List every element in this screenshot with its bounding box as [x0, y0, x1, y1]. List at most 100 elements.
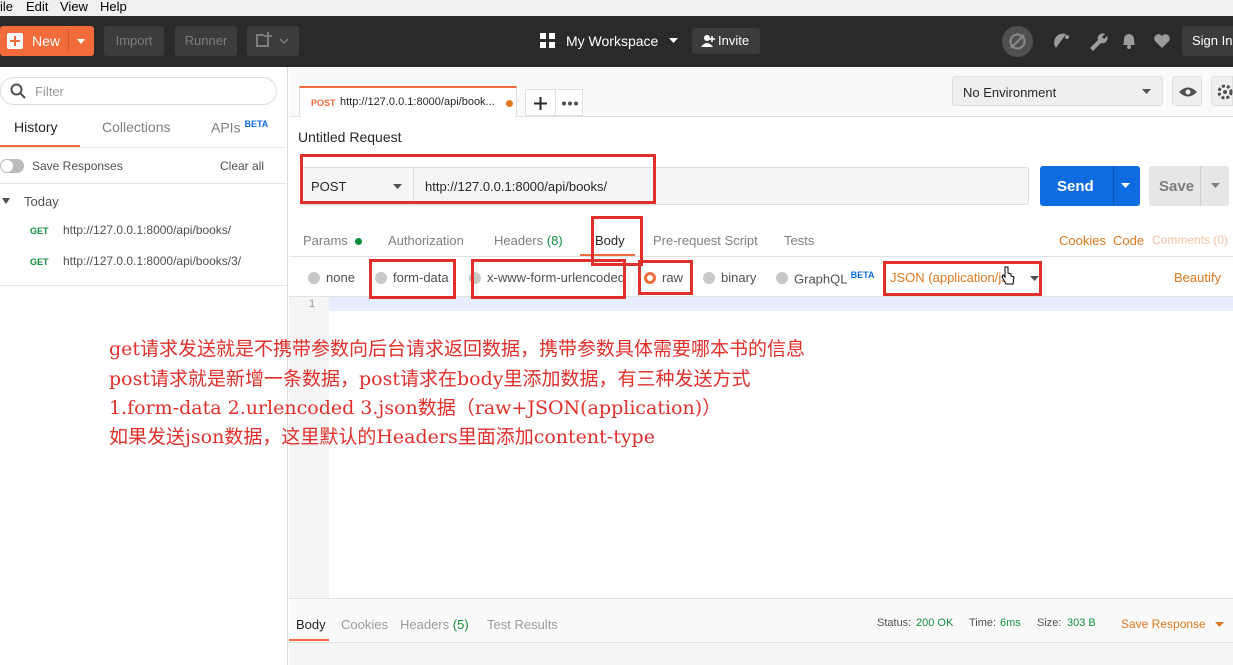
chevron-down-icon[interactable] [1215, 622, 1225, 628]
cookies-link[interactable]: Cookies [1059, 233, 1106, 248]
new-window-icon [256, 32, 289, 47]
annotation-box-raw [638, 260, 693, 295]
tab-tests[interactable]: Tests [784, 233, 814, 248]
size-value: 303 B [1067, 617, 1096, 629]
environment-quick-look-button[interactable] [1172, 76, 1202, 106]
sync-status-button[interactable] [1002, 26, 1033, 57]
size-label: Size: [1037, 617, 1062, 629]
status-value: 200 OK [916, 617, 954, 629]
add-user-icon [701, 35, 715, 47]
response-tab-headers[interactable]: Headers (5) [400, 617, 469, 632]
wrench-icon[interactable] [1087, 30, 1109, 52]
history-group-label: Today [24, 194, 59, 209]
radio-graphql[interactable] [776, 272, 788, 284]
save-response-button[interactable]: Save Response [1121, 617, 1206, 631]
save-button[interactable]: Save [1149, 166, 1229, 206]
menu-bar: ile Edit View Help [0, 0, 1233, 16]
divider [0, 183, 288, 184]
save-label: Save [1159, 178, 1195, 195]
graphql-label-text: GraphQL [794, 271, 847, 287]
save-responses-label: Save Responses [32, 159, 123, 173]
request-title[interactable]: Untitled Request [298, 129, 402, 145]
send-button[interactable]: Send [1040, 166, 1140, 206]
chevron-down-icon [1142, 89, 1151, 94]
new-window-button[interactable] [247, 26, 299, 56]
request-tab-url: http://127.0.0.1:8000/api/book... [340, 96, 495, 108]
comments-link[interactable]: Comments (0) [1152, 233, 1228, 247]
annotation-line-2: post请求就是新增一条数据，post请求在body里添加数据，有三种发送方式 [109, 368, 751, 390]
menu-file[interactable]: ile [0, 0, 13, 14]
divider [1113, 166, 1114, 206]
tab-headers[interactable]: Headers (8) [494, 233, 563, 248]
invite-label: Invite [718, 33, 750, 48]
annotation-box-content-type [883, 261, 1042, 296]
top-header: New Import Runner My Workspace Invite Si… [0, 16, 1233, 67]
chevron-down-icon[interactable] [1211, 183, 1221, 189]
list-item[interactable]: GET http://127.0.0.1:8000/api/books/ [0, 222, 288, 240]
tab-collections[interactable]: Collections [102, 119, 170, 135]
invite-button[interactable]: Invite [692, 28, 760, 54]
caret-down-icon [2, 198, 10, 204]
tab-prerequest-script[interactable]: Pre-request Script [653, 233, 758, 248]
divider [1200, 166, 1201, 206]
tab-params[interactable]: Params [303, 233, 363, 248]
response-bar: Body Cookies Headers (5) Test Results St… [289, 598, 1233, 642]
eye-icon [1179, 87, 1197, 97]
menu-help[interactable]: Help [100, 0, 127, 14]
annotation-box-form-data [369, 259, 456, 299]
runner-button[interactable]: Runner [175, 26, 237, 56]
new-button[interactable]: New [0, 26, 94, 56]
annotation-line-1: get请求发送就是不携带参数向后台请求返回数据，携带参数具体需要哪本书的信息 [109, 338, 806, 360]
tab-history[interactable]: History [14, 119, 58, 135]
tab-params-label: Params [303, 233, 348, 248]
chevron-down-icon[interactable] [77, 39, 85, 44]
plus-icon[interactable] [526, 90, 555, 117]
annotation-box-method-url [300, 154, 656, 204]
environment-select[interactable]: No Environment [952, 76, 1163, 106]
menu-edit[interactable]: Edit [26, 0, 48, 14]
beta-badge: BETA [244, 119, 269, 129]
unsaved-dot-icon [506, 100, 513, 107]
divider [0, 285, 288, 286]
list-item[interactable]: GET http://127.0.0.1:8000/api/books/3/ [0, 253, 288, 271]
divider [0, 147, 288, 148]
response-tab-cookies[interactable]: Cookies [341, 617, 388, 632]
heart-icon[interactable] [1151, 30, 1173, 52]
active-tab-indicator [289, 639, 329, 641]
code-link[interactable]: Code [1113, 233, 1144, 248]
more-icon[interactable] [556, 90, 584, 117]
workspace-label: My Workspace [566, 33, 659, 49]
menu-view[interactable]: View [60, 0, 88, 14]
response-tab-body[interactable]: Body [296, 617, 326, 632]
request-tab[interactable]: POST http://127.0.0.1:8000/api/book... [299, 86, 517, 117]
divider [289, 256, 1233, 257]
clear-all-button[interactable]: Clear all [220, 159, 264, 173]
active-line [329, 297, 1233, 311]
history-group-today[interactable]: Today [0, 193, 288, 211]
satellite-icon[interactable] [1052, 30, 1074, 52]
history-url: http://127.0.0.1:8000/api/books/3/ [63, 254, 242, 268]
radio-binary[interactable] [703, 272, 715, 284]
line-number: 1 [309, 298, 316, 310]
import-button[interactable]: Import [104, 26, 164, 56]
tab-apis-label: APIs [211, 119, 241, 136]
bell-icon[interactable] [1118, 30, 1140, 52]
time-value: 6ms [1000, 617, 1021, 629]
filter-input[interactable]: Filter [0, 77, 277, 105]
sign-in-button[interactable]: Sign In [1182, 26, 1233, 56]
response-tab-test-results[interactable]: Test Results [487, 617, 558, 632]
filter-placeholder: Filter [35, 84, 64, 99]
chevron-down-icon[interactable] [1121, 183, 1131, 189]
beta-badge: BETA [850, 270, 875, 280]
params-dot-icon [355, 238, 363, 245]
manage-environments-button[interactable] [1211, 76, 1233, 106]
tab-apis[interactable]: APIs BETA [211, 119, 268, 136]
new-button-label: New [32, 33, 61, 49]
beautify-button[interactable]: Beautify [1174, 270, 1221, 285]
grid-icon [540, 33, 555, 48]
radio-none[interactable] [308, 272, 320, 284]
radio-none-label: none [326, 270, 355, 285]
tab-authorization[interactable]: Authorization [388, 233, 464, 248]
save-responses-toggle[interactable] [0, 159, 24, 173]
gear-icon [1217, 84, 1233, 100]
